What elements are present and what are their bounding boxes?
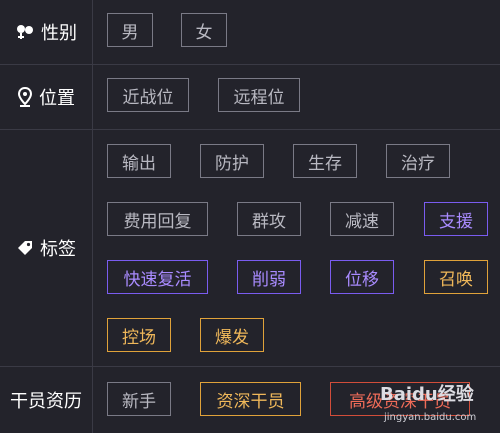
seniority-option-starter[interactable]: 新手: [107, 382, 171, 416]
tag-option-crowd-control[interactable]: 控场: [107, 318, 171, 352]
tags-label: 标签: [40, 239, 76, 260]
seniority-label-cell: 干员资历: [0, 367, 93, 433]
position-label: 位置: [39, 88, 75, 109]
position-label-cell: 位置: [0, 65, 93, 129]
seniority-label: 干员资历: [10, 391, 82, 412]
gender-label: 性别: [41, 23, 77, 44]
tag-icon: [16, 239, 34, 257]
tag-option-dp-recovery[interactable]: 费用回复: [107, 202, 208, 236]
tag-option-nuker[interactable]: 爆发: [200, 318, 264, 352]
watermark-brand: Baidu经验: [380, 384, 474, 405]
gender-row: 性别 男 女: [0, 0, 500, 65]
tag-option-shift[interactable]: 位移: [330, 260, 394, 294]
tag-option-fast-redeploy[interactable]: 快速复活: [107, 260, 208, 294]
gender-icon: [15, 23, 35, 41]
watermark-url: jingyan.baidu.com: [384, 412, 477, 423]
gender-option-male[interactable]: 男: [107, 13, 153, 47]
tag-option-debuff[interactable]: 削弱: [237, 260, 301, 294]
tag-option-aoe[interactable]: 群攻: [237, 202, 301, 236]
gender-label-cell: 性别: [0, 0, 93, 64]
tag-option-dps[interactable]: 输出: [107, 144, 171, 178]
gender-option-female[interactable]: 女: [181, 13, 227, 47]
location-pin-icon: [17, 87, 33, 107]
position-option-ranged[interactable]: 远程位: [218, 78, 300, 112]
tag-option-defense[interactable]: 防护: [200, 144, 264, 178]
tag-option-healing[interactable]: 治疗: [386, 144, 450, 178]
tag-option-summon[interactable]: 召唤: [424, 260, 488, 294]
baidu-watermark: Baidu经验 jingyan.baidu.com: [380, 380, 495, 428]
seniority-option-senior[interactable]: 资深干员: [200, 382, 301, 416]
tags-row: 标签 输出 防护 生存 治疗 费用回复 群攻 减速 支援 快速复活 削弱 位移 …: [0, 130, 500, 367]
tag-option-slow[interactable]: 减速: [330, 202, 394, 236]
tag-option-support[interactable]: 支援: [424, 202, 488, 236]
tag-option-survival[interactable]: 生存: [293, 144, 357, 178]
position-option-melee[interactable]: 近战位: [107, 78, 189, 112]
position-row: 位置 近战位 远程位: [0, 65, 500, 130]
tags-label-cell: 标签: [0, 130, 93, 366]
